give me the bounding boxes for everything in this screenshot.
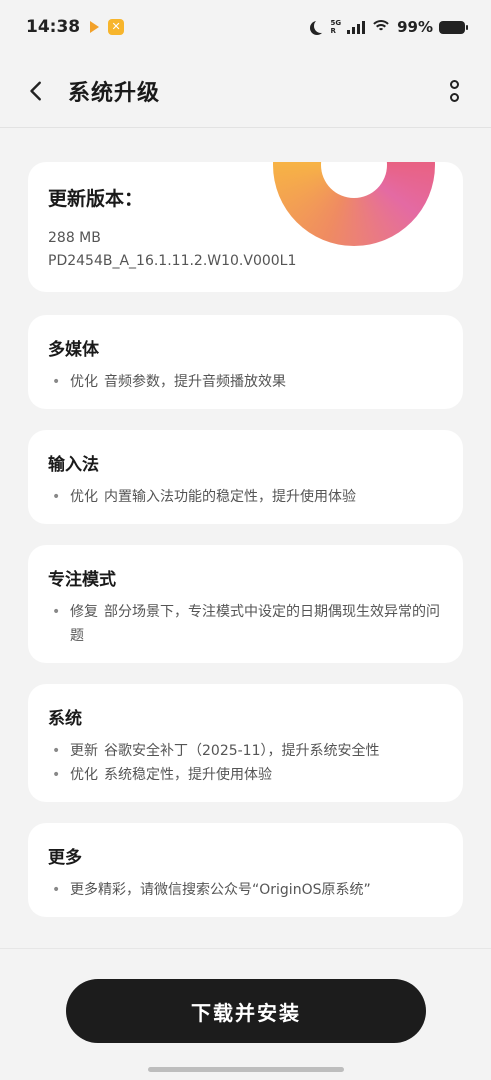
status-time: 14:38 <box>26 17 81 37</box>
section-title: 多媒体 <box>48 340 99 360</box>
page-title: 系统升级 <box>68 80 161 106</box>
signal-icon <box>347 20 366 34</box>
build-number: PD2454B_A_16.1.11.2.W10.V000L1 <box>48 253 297 269</box>
changelog-tag: 更新 <box>70 743 98 759</box>
network-roaming-label: R <box>330 27 336 35</box>
back-arrow-icon <box>30 81 41 100</box>
changelog-item: 更多精彩，请微信搜索公众号“OriginOS原系统” <box>48 878 443 902</box>
status-left: 14:38 ✕ <box>26 17 125 37</box>
changelog-text: 部分场景下，专注模式中设定的日期偶现生效异常的问题 <box>70 604 440 644</box>
changelog-text: 音频参数，提升音频播放效果 <box>104 374 286 390</box>
changelog-text: 系统稳定性，提升使用体验 <box>104 767 272 783</box>
status-bar: 14:38 ✕ 5G R 99% <box>0 0 491 54</box>
changelog-item: 优化内置输入法功能的稳定性，提升使用体验 <box>48 485 443 509</box>
section-card-system: 系统 更新谷歌安全补丁（2025-11），提升系统安全性 优化系统稳定性，提升使… <box>28 684 463 802</box>
top-app-bar: 系统升级 <box>0 54 491 128</box>
changelog-text: 更多精彩，请微信搜索公众号“OriginOS原系统” <box>70 882 371 898</box>
section-title: 系统 <box>48 709 82 729</box>
changelog-text: 谷歌安全补丁（2025-11），提升系统安全性 <box>104 743 380 759</box>
back-button[interactable] <box>20 74 54 108</box>
changelog-item: 优化系统稳定性，提升使用体验 <box>48 763 443 787</box>
changelog-tag: 修复 <box>70 604 98 620</box>
section-card-focus-mode: 专注模式 修复部分场景下，专注模式中设定的日期偶现生效异常的问题 <box>28 545 463 663</box>
changelog-item: 修复部分场景下，专注模式中设定的日期偶现生效异常的问题 <box>48 600 443 648</box>
section-title: 专注模式 <box>48 570 116 590</box>
status-right: 5G R 99% <box>310 18 468 36</box>
update-details-scroll[interactable]: 更新版本： 288 MB PD2454B_A_16.1.11.2.W10.V00… <box>0 128 491 948</box>
battery-percent: 99% <box>397 18 433 36</box>
changelog-text: 内置输入法功能的稳定性，提升使用体验 <box>104 489 356 505</box>
play-notification-icon <box>88 21 100 33</box>
home-indicator[interactable] <box>148 1067 344 1072</box>
section-title: 输入法 <box>48 455 99 475</box>
app-notification-icon: ✕ <box>108 19 125 35</box>
section-card-input-method: 输入法 优化内置输入法功能的稳定性，提升使用体验 <box>28 430 463 524</box>
download-and-install-button[interactable]: 下载并安装 <box>66 979 426 1043</box>
network-type-icon: 5G R <box>330 19 341 35</box>
changelog-tag: 优化 <box>70 489 98 505</box>
more-options-button[interactable] <box>437 74 471 108</box>
more-dot-icon <box>449 79 459 89</box>
changelog-tag: 优化 <box>70 767 98 783</box>
do-not-disturb-icon <box>314 19 328 33</box>
changelog-item: 更新谷歌安全补丁（2025-11），提升系统安全性 <box>48 739 443 763</box>
section-card-multimedia: 多媒体 优化音频参数，提升音频播放效果 <box>28 315 463 409</box>
section-title: 更多 <box>48 848 82 868</box>
wifi-icon <box>371 19 392 35</box>
battery-icon <box>439 20 468 34</box>
changelog-tag: 优化 <box>70 374 98 390</box>
changelog-item: 优化音频参数，提升音频播放效果 <box>48 370 443 394</box>
bottom-action-bar: 下载并安装 <box>0 948 491 1080</box>
network-5g-label: 5G <box>330 19 342 27</box>
section-card-more: 更多 更多精彩，请微信搜索公众号“OriginOS原系统” <box>28 823 463 917</box>
version-card: 更新版本： 288 MB PD2454B_A_16.1.11.2.W10.V00… <box>28 162 463 292</box>
more-dot-icon <box>449 92 459 102</box>
